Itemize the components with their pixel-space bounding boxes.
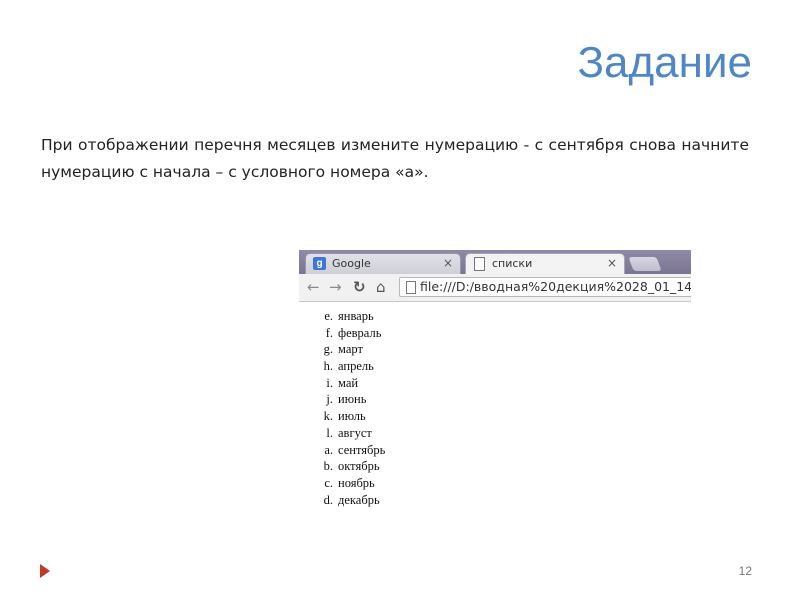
list-marker: c. <box>324 475 333 490</box>
list-item: k. июль <box>299 408 691 425</box>
list-marker: k. <box>323 409 333 424</box>
document-icon <box>406 281 416 294</box>
list-item: h. апрель <box>299 358 691 375</box>
home-icon[interactable]: ⌂ <box>376 278 386 296</box>
list-item: c. ноябрь <box>299 475 691 492</box>
reload-icon[interactable]: ↻ <box>353 278 366 296</box>
close-icon[interactable]: × <box>443 256 453 270</box>
page-number: 12 <box>738 564 752 578</box>
month-label: январь <box>338 309 374 323</box>
month-label: июль <box>338 409 366 424</box>
close-icon[interactable]: × <box>607 256 617 270</box>
tab-label: Google <box>332 257 371 270</box>
list-marker: l. <box>326 425 333 440</box>
address-bar[interactable]: file:///D:/вводная%20декция%2028_01_14/P… <box>399 277 691 297</box>
list-marker: j. <box>326 392 333 407</box>
list-item: e. январь <box>299 308 691 325</box>
tab-lists[interactable]: списки × <box>465 253 625 274</box>
new-tab-button[interactable] <box>628 257 662 271</box>
browser-screenshot: g Google × списки × ← → ↻ ⌂ file:///D:/в… <box>299 250 691 515</box>
document-icon <box>474 257 485 271</box>
list-marker: a. <box>324 442 333 457</box>
tab-google[interactable]: g Google × <box>305 253 461 274</box>
list-marker: i. <box>326 375 333 390</box>
forward-arrow-icon[interactable]: → <box>329 278 342 296</box>
month-label: март <box>338 342 363 357</box>
tab-label: списки <box>492 257 533 270</box>
list-marker: b. <box>323 459 333 474</box>
month-label: ноябрь <box>338 475 375 490</box>
list-item: j. июнь <box>299 391 691 408</box>
list-marker: g. <box>323 342 333 357</box>
list-item: d. декабрь <box>299 492 691 509</box>
month-label: октябрь <box>338 459 380 474</box>
list-item: f. февраль <box>299 325 691 342</box>
task-text: При отображении перечня месяцев измените… <box>41 136 749 181</box>
months-list: e. январь f. февраль g. март h. апрель i. май j. ию… <box>299 308 691 508</box>
slide-title: Задание <box>577 38 752 87</box>
month-label: июнь <box>338 392 367 407</box>
tab-bar: g Google × списки × <box>299 250 691 274</box>
month-label: май <box>338 375 359 390</box>
month-label: сентябрь <box>338 442 386 457</box>
list-item: l. август <box>299 425 691 442</box>
list-marker: h. <box>323 359 333 374</box>
month-label: декабрь <box>338 492 380 507</box>
list-item: a. сентябрь <box>299 442 691 459</box>
month-label: август <box>338 425 372 440</box>
address-text: file:///D:/вводная%20декция%2028_01_14/P… <box>420 279 691 294</box>
list-marker: e. <box>324 309 333 323</box>
month-label: апрель <box>338 359 374 374</box>
list-marker: d. <box>323 492 333 507</box>
list-item: b. октябрь <box>299 458 691 475</box>
google-favicon-icon: g <box>313 257 326 270</box>
list-item: g. март <box>299 341 691 358</box>
list-marker: f. <box>325 325 333 340</box>
back-arrow-icon[interactable]: ← <box>307 278 320 296</box>
browser-toolbar: ← → ↻ ⌂ file:///D:/вводная%20декция%2028… <box>299 274 691 302</box>
list-item: i. май <box>299 375 691 392</box>
month-label: февраль <box>338 325 382 340</box>
next-slide-arrow-icon[interactable] <box>40 564 50 578</box>
